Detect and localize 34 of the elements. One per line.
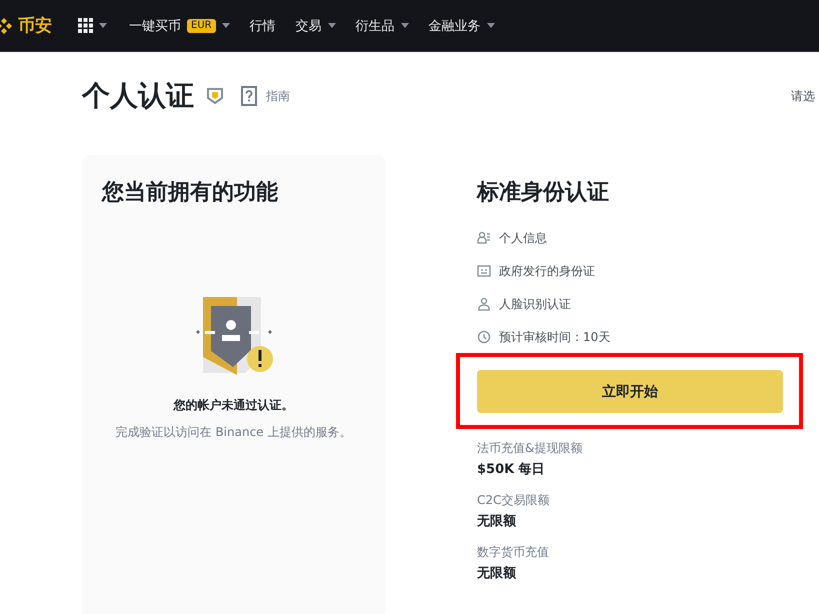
currency-badge: EUR bbox=[187, 18, 216, 32]
requirement-text: 人脸识别认证 bbox=[499, 296, 571, 312]
requirement-text: 政府发行的身份证 bbox=[499, 262, 595, 280]
help-icon[interactable] bbox=[240, 86, 258, 106]
shield-icon bbox=[206, 87, 224, 105]
logo-icon[interactable] bbox=[0, 16, 14, 36]
limit-value: $50K 每日 bbox=[477, 461, 546, 479]
nav-link[interactable]: 衍生品 bbox=[356, 16, 395, 34]
limit-value: 无限额 bbox=[477, 513, 517, 531]
nav-link[interactable]: 一键买币 bbox=[129, 16, 181, 34]
section-title: 标准身份认证 bbox=[477, 179, 610, 207]
start-button[interactable]: 立即开始 bbox=[477, 370, 783, 413]
limit-label: 数字货币充值 bbox=[477, 544, 550, 561]
guide-link[interactable]: 指南 bbox=[266, 88, 290, 104]
requirement-text: 预计审核时间：10天 bbox=[499, 328, 610, 346]
person-info-icon bbox=[477, 231, 491, 245]
logo-text[interactable]: 币安 bbox=[18, 14, 52, 37]
caret-icon bbox=[99, 23, 107, 28]
apps-grid-icon[interactable] bbox=[78, 18, 93, 33]
verification-status: 您的帐户未通过认证。 bbox=[174, 397, 294, 414]
face-icon bbox=[477, 297, 491, 311]
page-title: 个人认证 bbox=[82, 78, 194, 114]
limit-label: 法币充值&提现限额 bbox=[477, 440, 584, 457]
card-title: 您当前拥有的功能 bbox=[102, 179, 278, 207]
verification-hint: 完成验证以访问在 Binance 上提供的服务。 bbox=[116, 424, 352, 441]
limit-label: C2C交易限额 bbox=[477, 492, 550, 509]
limit-value: 无限额 bbox=[477, 565, 517, 583]
nav-link[interactable]: 行情 bbox=[250, 16, 276, 34]
clock-icon bbox=[477, 330, 491, 344]
select-prompt[interactable]: 请选 bbox=[791, 88, 815, 104]
requirement-text: 个人信息 bbox=[499, 230, 547, 246]
id-card-icon bbox=[477, 264, 491, 278]
nav-link[interactable]: 金融业务 bbox=[428, 16, 481, 34]
nav-link[interactable]: 交易 bbox=[296, 16, 322, 34]
